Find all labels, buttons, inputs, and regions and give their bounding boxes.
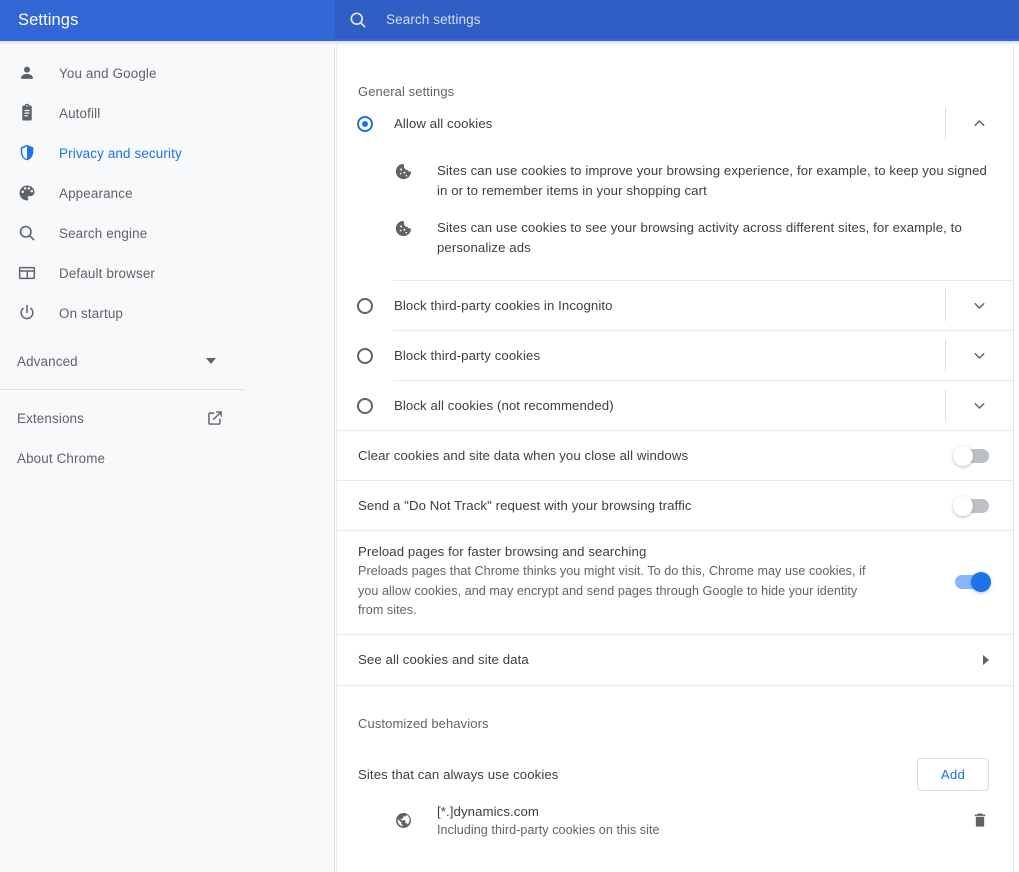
cookie-option-block-third-party[interactable]: Block third-party cookies: [337, 331, 1013, 380]
setting-label: Clear cookies and site data when you clo…: [358, 447, 689, 463]
expand-collapse-button[interactable]: [946, 99, 1013, 148]
palette-icon: [17, 183, 37, 203]
setting-description: Preloads pages that Chrome thinks you mi…: [358, 564, 866, 617]
sidebar-item-on-startup[interactable]: On startup: [0, 293, 334, 333]
site-name: [*.]dynamics.com: [437, 803, 539, 819]
sidebar-about-label: About Chrome: [17, 450, 106, 466]
power-icon: [17, 303, 37, 323]
sidebar-item-you-and-google[interactable]: You and Google: [0, 53, 334, 93]
page-title: Settings: [18, 11, 79, 29]
toggle-knob: [971, 572, 991, 593]
expand-collapse-button[interactable]: [946, 331, 1013, 380]
trash-icon[interactable]: [971, 811, 989, 829]
chevron-up-icon: [971, 115, 988, 132]
header-shadow: [0, 41, 1019, 46]
sidebar-item-label: Appearance: [59, 185, 133, 201]
expand-collapse-button[interactable]: [946, 281, 1013, 330]
cookie-option-details: Sites can use cookies to improve your br…: [337, 148, 1013, 280]
sidebar-item-appearance[interactable]: Appearance: [0, 173, 334, 213]
globe-icon: [394, 811, 413, 830]
sidebar-advanced-label: Advanced: [17, 353, 78, 369]
app-header: Settings: [0, 0, 1019, 41]
sidebar-item-about-chrome[interactable]: About Chrome: [0, 438, 334, 478]
setting-label: Send a "Do Not Track" request with your …: [358, 497, 692, 513]
customized-behaviors-label: Customized behaviors: [358, 715, 489, 731]
cookie-detail-row: Sites can use cookies to improve your br…: [337, 152, 1013, 209]
search-icon: [348, 10, 368, 30]
sidebar-item-advanced[interactable]: Advanced: [0, 341, 334, 381]
radio-button[interactable]: [357, 397, 373, 414]
cookie-icon: [394, 162, 413, 181]
setting-clear-cookies-on-close[interactable]: Clear cookies and site data when you clo…: [337, 431, 1013, 480]
sidebar-item-label: On startup: [59, 305, 124, 321]
search-icon: [17, 223, 37, 243]
sidebar-item-label: Default browser: [59, 265, 156, 281]
sidebar-item-default-browser[interactable]: Default browser: [0, 253, 334, 293]
person-icon: [17, 63, 37, 83]
search-input[interactable]: [368, 12, 1019, 27]
sidebar-item-label: Search engine: [59, 225, 148, 241]
shield-icon: [17, 143, 37, 163]
setting-do-not-track[interactable]: Send a "Do Not Track" request with your …: [337, 481, 1013, 530]
cookies-settings-card: General settings Allow all cookies Sites…: [336, 46, 1014, 872]
sidebar-item-search-engine[interactable]: Search engine: [0, 213, 334, 253]
cookie-option-allow-all[interactable]: Allow all cookies: [337, 99, 1013, 148]
see-all-cookies-and-site-data-row[interactable]: See all cookies and site data: [337, 635, 1013, 685]
radio-button[interactable]: [357, 347, 373, 364]
arrow-right-icon: [983, 654, 989, 665]
site-list-item[interactable]: [*.]dynamics.com Including third-party c…: [337, 791, 1013, 850]
see-all-cookies-label: See all cookies and site data: [358, 652, 529, 667]
toggle-knob: [953, 445, 973, 466]
sidebar-item-autofill[interactable]: Autofill: [0, 93, 334, 133]
toggle-switch[interactable]: [955, 572, 991, 593]
chevron-down-icon: [971, 297, 988, 314]
sites-always-allow-header: Sites that can always use cookies Add: [337, 731, 1013, 791]
general-settings-label: General settings: [358, 84, 455, 99]
chevron-down-icon: [971, 397, 988, 414]
clipboard-icon: [17, 103, 37, 123]
cookie-option-label: Block third-party cookies in Incognito: [394, 298, 613, 313]
setting-label: Preload pages for faster browsing and se…: [358, 544, 647, 559]
sidebar-item-label: Autofill: [59, 105, 101, 121]
sidebar-item-privacy-and-security[interactable]: Privacy and security: [0, 133, 334, 173]
sidebar-item-extensions[interactable]: Extensions: [0, 398, 334, 438]
expand-collapse-button[interactable]: [946, 381, 1013, 430]
cookie-icon: [394, 219, 413, 238]
sites-always-allow-label: Sites that can always use cookies: [358, 766, 559, 782]
cookie-option-block-third-party-incognito[interactable]: Block third-party cookies in Incognito: [337, 281, 1013, 330]
add-button[interactable]: Add: [916, 757, 989, 791]
radio-button[interactable]: [357, 297, 373, 314]
toggle-switch[interactable]: [953, 495, 989, 516]
site-description: Including third-party cookies on this si…: [437, 822, 660, 837]
toggle-knob: [953, 495, 973, 516]
caret-down-icon: [206, 358, 216, 364]
cookie-option-label: Allow all cookies: [394, 116, 493, 131]
settings-main: General settings Allow all cookies Sites…: [336, 46, 1019, 872]
radio-button[interactable]: [357, 115, 373, 132]
sidebar-item-label: You and Google: [59, 65, 157, 81]
browser-window-icon: [17, 263, 37, 283]
cookie-option-block-all[interactable]: Block all cookies (not recommended): [337, 381, 1013, 430]
chevron-down-icon: [971, 347, 988, 364]
search-bar[interactable]: [335, 0, 1019, 39]
cookie-detail-text: Sites can use cookies to see your browsi…: [437, 220, 962, 255]
cookie-detail-text: Sites can use cookies to improve your br…: [437, 163, 987, 198]
cookie-option-label: Block all cookies (not recommended): [394, 398, 614, 413]
settings-sidebar: You and Google Autofill Privacy and secu…: [0, 41, 335, 872]
cookie-detail-row: Sites can use cookies to see your browsi…: [337, 209, 1013, 266]
external-link-icon: [206, 409, 224, 427]
sidebar-item-label: Privacy and security: [59, 145, 182, 161]
setting-preload-pages[interactable]: Preload pages for faster browsing and se…: [337, 531, 1013, 634]
toggle-switch[interactable]: [953, 445, 989, 466]
sidebar-extensions-label: Extensions: [17, 410, 85, 426]
cookie-option-label: Block third-party cookies: [394, 348, 541, 363]
sidebar-divider: [0, 389, 245, 390]
